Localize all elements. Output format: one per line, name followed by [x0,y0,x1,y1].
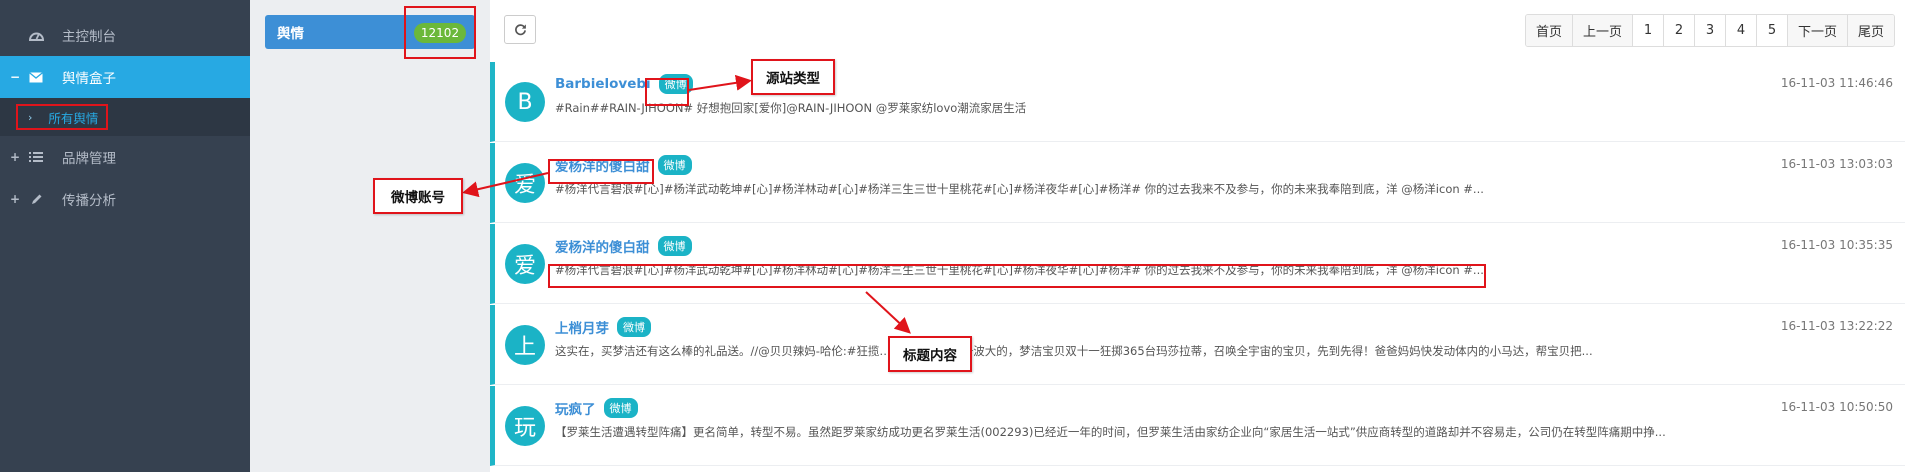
pagination-page[interactable]: 1 [1631,15,1663,46]
post-author-link[interactable]: 上梢月芽 [555,317,609,337]
callout-source-type: 源站类型 [751,59,835,95]
topic-filter-panel: 舆情 [250,0,490,472]
pagination-first[interactable]: 首页 [1525,15,1572,46]
topic-label: 舆情 [277,26,304,42]
avatar: 爱 [505,163,545,203]
expand-icon: + [9,192,21,206]
refresh-icon [514,24,526,36]
post-item[interactable]: 爱 爱杨洋的傻白甜 微博 #杨洋代言碧浪#[心]#杨洋武动乾坤#[心]#杨洋林动… [490,224,1905,304]
sidebar-subitem-all-sentiment[interactable]: › 所有舆情 [16,104,109,130]
topic-count-badge: 12102 [413,22,467,43]
refresh-button[interactable] [504,15,536,44]
sidebar-item-label: 主控制台 [62,29,116,45]
sidebar-subitem-label: 所有舆情 [48,110,99,126]
post-author-link[interactable]: Barbielovebi [555,76,651,92]
source-badge: 微博 [657,155,692,175]
post-item[interactable]: 上 上梢月芽 微博 这实在，买梦洁还有这么棒的礼品送。//@贝贝辣妈-哈伦:#狂… [490,305,1905,385]
pencil-icon [28,191,44,207]
source-badge: 微博 [657,236,692,256]
post-content: #杨洋代言碧浪#[心]#杨洋武动乾坤#[心]#杨洋林动#[心]#杨洋三生三世十里… [555,182,1484,196]
expand-icon: + [9,150,21,164]
sidebar-item-dashboard[interactable]: 主控制台 [0,14,250,56]
avatar: 爱 [505,244,545,284]
post-item[interactable]: 爱 爱杨洋的傻白甜 微博 #杨洋代言碧浪#[心]#杨洋武动乾坤#[心]#杨洋林动… [490,143,1905,223]
collapse-icon: − [9,70,21,84]
post-author-link[interactable]: 爱杨洋的傻白甜 [555,155,650,175]
post-content: 【罗莱生活遭遇转型阵痛】更名简单，转型不易。虽然距罗莱家纺成功更名罗莱生活(00… [555,425,1666,439]
dashboard-icon [28,27,44,43]
sidebar-submenu: › 所有舆情 [0,98,250,136]
post-timestamp: 16-11-03 11:46:46 [1780,76,1893,90]
pagination-page[interactable]: 3 [1693,15,1725,46]
sidebar-item-spread-analysis[interactable]: + 传播分析 [0,178,250,220]
pagination-prev[interactable]: 上一页 [1571,15,1632,46]
post-content: 这实在，买梦洁还有这么棒的礼品送。//@贝贝辣妈-哈伦:#狂揽… #这一次要玩一… [555,344,1593,358]
post-timestamp: 16-11-03 13:22:22 [1780,319,1893,333]
avatar: 上 [505,325,545,365]
post-timestamp: 16-11-03 10:50:50 [1780,400,1893,414]
pagination-next[interactable]: 下一页 [1786,15,1847,46]
post-timestamp: 16-11-03 10:35:35 [1780,238,1893,252]
post-author-link[interactable]: 玩疯了 [555,398,596,418]
sidebar-item-brand-management[interactable]: + 品牌管理 [0,136,250,178]
callout-title-content: 标题内容 [888,336,972,372]
list-icon [28,149,44,165]
avatar: 玩 [505,406,545,446]
post-content: #Rain##RAIN-JIHOON# 好想抱回家[爱你]@RAIN-JIHOO… [555,101,1027,115]
post-item[interactable]: B Barbielovebi 微博 #Rain##RAIN-JIHOON# 好想… [490,62,1905,142]
post-timestamp: 16-11-03 13:03:03 [1780,157,1893,171]
envelope-icon [28,69,44,85]
source-badge: 微博 [603,398,638,418]
topic-count-highlight: 12102 [404,6,476,59]
pagination-page[interactable]: 2 [1662,15,1694,46]
callout-weibo-account: 微博账号 [373,178,463,214]
source-badge: 微博 [658,74,693,94]
sidebar-item-label: 传播分析 [62,193,116,209]
avatar: B [505,82,545,122]
sidebar: 主控制台 − 舆情盒子 › 所有舆情 + 品牌管理 + 传播分析 [0,0,250,472]
post-list: B Barbielovebi 微博 #Rain##RAIN-JIHOON# 好想… [490,62,1905,466]
main-feed-panel: 首页 上一页 1 2 3 4 5 下一页 尾页 B Barbielovebi 微… [490,0,1905,472]
chevron-right-icon: › [28,110,33,124]
sidebar-item-sentiment-box[interactable]: − 舆情盒子 [0,56,250,98]
pagination-last[interactable]: 尾页 [1846,15,1894,46]
sidebar-item-label: 舆情盒子 [62,71,116,87]
source-badge: 微博 [617,317,651,337]
post-content: #杨洋代言碧浪#[心]#杨洋武动乾坤#[心]#杨洋林动#[心]#杨洋三生三世十里… [555,263,1484,277]
pagination-page[interactable]: 4 [1724,15,1756,46]
sidebar-item-label: 品牌管理 [62,151,116,167]
post-item[interactable]: 玩 玩疯了 微博 【罗莱生活遭遇转型阵痛】更名简单，转型不易。虽然距罗莱家纺成功… [490,386,1905,466]
pagination-page[interactable]: 5 [1755,15,1787,46]
post-author-link[interactable]: 爱杨洋的傻白甜 [555,236,650,256]
pagination: 首页 上一页 1 2 3 4 5 下一页 尾页 [1524,14,1895,47]
